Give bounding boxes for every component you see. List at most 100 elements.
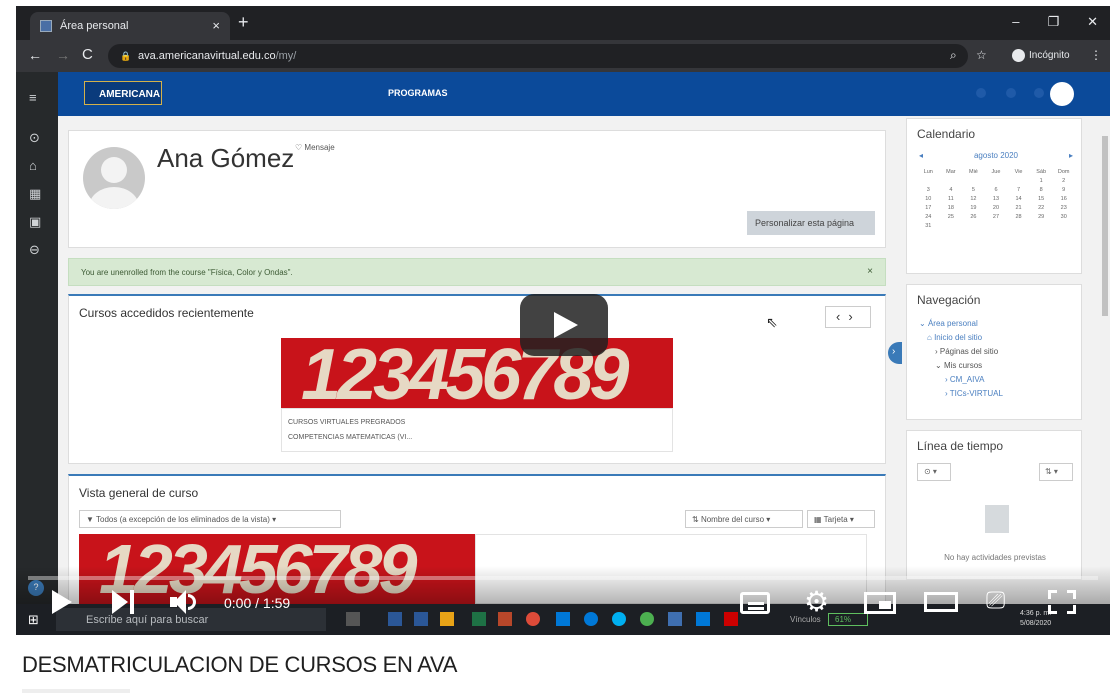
calendar-weekday: Mar bbox=[946, 169, 956, 175]
favicon-icon bbox=[40, 20, 52, 32]
timeline-title: Línea de tiempo bbox=[917, 439, 1004, 453]
moodle-navbar: AMERICANA PROGRAMAS bbox=[58, 72, 1110, 116]
settings-gear-icon[interactable]: ⚙ bbox=[804, 588, 829, 616]
cast-icon[interactable]: ⎚ bbox=[986, 588, 1005, 614]
theater-mode-button[interactable] bbox=[924, 592, 958, 612]
video-title: DESMATRICULACION DE CURSOS EN AVA bbox=[22, 652, 458, 677]
customize-page-button: Personalizar esta página bbox=[747, 211, 875, 235]
url-host: ava.americanavirtual.edu.co bbox=[138, 50, 276, 62]
calendar-day: 27 bbox=[992, 214, 1000, 220]
miniplayer-button[interactable] bbox=[864, 592, 896, 614]
calendar-day: 15 bbox=[1038, 196, 1045, 202]
profile-header: Ana Gómez ♡ Mensaje Personalizar esta pá… bbox=[68, 130, 886, 248]
calendar-day: 10 bbox=[925, 196, 932, 202]
navigation-tree: ⌄ Área personal ⌂ Inicio del sitio › Pág… bbox=[919, 317, 1003, 401]
forward-icon: → bbox=[56, 47, 70, 63]
fullscreen-button[interactable] bbox=[1048, 590, 1076, 614]
course-filter-dropdown: ▼ Todos (a excepción de los eliminados d… bbox=[79, 510, 341, 528]
play-button[interactable] bbox=[52, 590, 72, 614]
calendar-day: 6 bbox=[994, 187, 998, 193]
calendar-day: 3 bbox=[926, 187, 930, 193]
calendar-day: 28 bbox=[1015, 214, 1022, 220]
calendar-day: 2 bbox=[1062, 178, 1066, 184]
calendar-day: 14 bbox=[1015, 196, 1022, 202]
restore-icon: ❐ bbox=[1047, 14, 1060, 29]
calendar-weekday: Dom bbox=[1057, 169, 1070, 175]
timeline-empty-message: No hay actividades previstas bbox=[944, 553, 1046, 562]
sort-dropdown: ⇅ Nombre del curso ▾ bbox=[685, 510, 803, 528]
calendar-month: agosto 2020 bbox=[973, 151, 1019, 160]
filter-icon: ▼ bbox=[86, 515, 96, 524]
calendar-day bbox=[1030, 223, 1053, 229]
nav-item-paginas: › Páginas del sitio bbox=[935, 347, 999, 356]
recent-pager: ‹› bbox=[825, 306, 871, 328]
play-icon bbox=[554, 312, 578, 338]
calendar-day: 5 bbox=[971, 187, 975, 193]
user-avatar bbox=[1050, 82, 1074, 106]
browser-menu-icon: ⋮ bbox=[1090, 48, 1102, 62]
files-icon: ▣ bbox=[29, 214, 42, 229]
messages-icon bbox=[1034, 88, 1044, 98]
browser-tab-strip: Área personal × + – ❐ ✕ bbox=[16, 6, 1110, 40]
calendar-weekday: Jue bbox=[991, 169, 1001, 175]
calendar-day bbox=[985, 223, 1008, 229]
next-month-icon: ▸ bbox=[1068, 151, 1073, 160]
calendar-day bbox=[962, 178, 985, 184]
dashboard-icon: ⊙ bbox=[29, 130, 40, 145]
calendar-day: 12 bbox=[970, 196, 977, 202]
calendar-day: 29 bbox=[1038, 214, 1045, 220]
calendar-day: 8 bbox=[1039, 187, 1043, 193]
close-tab-icon: × bbox=[212, 18, 220, 33]
course-overview-heading: Vista general de curso bbox=[79, 486, 199, 500]
close-window-icon: ✕ bbox=[1087, 14, 1098, 29]
recent-courses-block: Cursos accedidos recientemente ‹› 123456… bbox=[68, 294, 886, 464]
recent-courses-heading: Cursos accedidos recientemente bbox=[79, 306, 254, 320]
sort-icon: ⇅ bbox=[692, 515, 701, 524]
video-progress-bar[interactable] bbox=[28, 576, 1098, 580]
calendar-day: 30 bbox=[1060, 214, 1067, 220]
subtitles-button[interactable] bbox=[740, 592, 770, 614]
back-icon: ← bbox=[28, 47, 42, 63]
calendar-day bbox=[940, 223, 963, 229]
nav-item-inicio: ⌂ Inicio del sitio bbox=[927, 333, 983, 342]
video-player[interactable]: Área personal × + – ❐ ✕ ← → C 🔒 ava.amer… bbox=[16, 6, 1110, 635]
timeline-sort: ⇅ ▾ bbox=[1039, 463, 1073, 481]
volume-button[interactable] bbox=[170, 590, 198, 614]
search-icon bbox=[976, 88, 986, 98]
calendar-block: Calendario ◂ agosto 2020 ▸ Lun Mar Mié Jue V… bbox=[906, 118, 1082, 274]
calendar-day: 19 bbox=[970, 205, 977, 211]
browser-tab: Área personal × bbox=[30, 12, 230, 40]
calendar-day: 25 bbox=[947, 214, 954, 220]
channel-row-placeholder bbox=[22, 689, 130, 693]
calendar-weekday: Mié bbox=[968, 169, 978, 175]
prev-month-icon: ◂ bbox=[919, 151, 924, 160]
calendar-day bbox=[985, 178, 1008, 184]
calendar-day: 23 bbox=[1060, 205, 1067, 211]
calendar-day: 13 bbox=[992, 196, 1000, 202]
new-tab-icon: + bbox=[238, 12, 249, 32]
moodle-left-nav: ≡ ⊙ ⌂ ▦ ▣ ⊖ ? bbox=[16, 72, 58, 635]
calendar-weekday: Vie bbox=[1014, 169, 1023, 175]
reload-icon: C bbox=[82, 46, 93, 63]
programas-menu: PROGRAMAS bbox=[388, 88, 448, 98]
calendar-grid: Lun Mar Mié Jue Vie Sáb Dom 1 2 3 4 5 6 7 8 9 10 11 12 13 14… bbox=[917, 169, 1075, 229]
bookmark-star-icon: ☆ bbox=[976, 48, 987, 62]
calendar-day bbox=[1007, 178, 1030, 184]
profile-picture bbox=[83, 147, 145, 209]
calendar-day: 20 bbox=[992, 205, 1000, 211]
calendar-day bbox=[962, 223, 985, 229]
americana-logo: AMERICANA bbox=[84, 81, 162, 105]
navigation-title: Navegación bbox=[917, 293, 981, 307]
next-button[interactable] bbox=[112, 590, 136, 614]
browser-toolbar: ← → C 🔒 ava.americanavirtual.edu.co/my/ … bbox=[16, 40, 1110, 72]
timecode: 0:00 / 1:59 bbox=[224, 595, 291, 611]
courses-icon: ⊖ bbox=[29, 242, 40, 257]
home-icon: ⌂ bbox=[29, 158, 37, 173]
big-play-button[interactable] bbox=[520, 294, 608, 356]
calendar-day: 1 bbox=[1039, 178, 1043, 184]
calendar-day: 16 bbox=[1060, 196, 1067, 202]
zoom-icon: ⌕ bbox=[950, 48, 957, 62]
address-bar: 🔒 ava.americanavirtual.edu.co/my/ bbox=[108, 44, 968, 68]
incognito-icon bbox=[1012, 49, 1025, 62]
calendar-day: 21 bbox=[1015, 205, 1022, 211]
